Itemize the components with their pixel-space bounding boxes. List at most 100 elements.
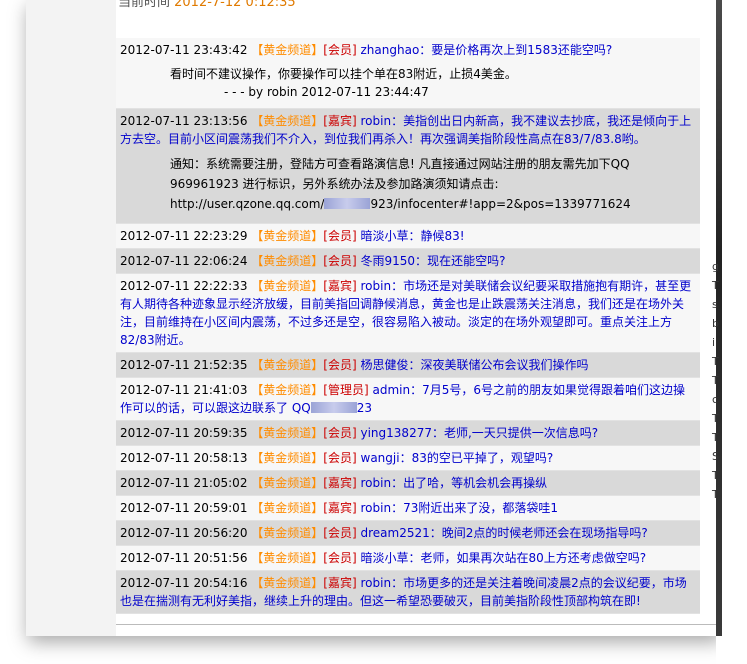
- message-role: [会员]: [323, 526, 357, 540]
- message-author[interactable]: ying138277: [361, 426, 432, 440]
- side-char: T: [712, 374, 719, 387]
- background-window-text: g T s b i T T c T T S T T: [712, 257, 722, 504]
- message-text: 晚间2点的时候老师还会在现场指导吗?: [441, 526, 648, 540]
- message-row: 2012-07-11 20:59:01 【黄金频道】[嘉宾] robin：73附…: [116, 496, 700, 521]
- message-timestamp: 2012-07-11 22:22:33: [120, 279, 248, 293]
- chat-window: 当前时间 2012-7-12 0:12:35 2012-07-11 23:43:…: [116, 0, 717, 634]
- message-timestamp: 2012-07-11 21:52:35: [120, 358, 248, 372]
- message-author[interactable]: 冬雨9150: [361, 254, 416, 268]
- message-list: 2012-07-11 23:43:42 【黄金频道】[会员] zhanghao：…: [116, 38, 700, 614]
- notice-link[interactable]: http://user.qzone.qq.com/923/infocenter#…: [170, 194, 696, 214]
- message-channel: 【黄金频道】: [251, 526, 324, 540]
- message-author[interactable]: robin: [361, 576, 392, 590]
- side-char: T: [712, 488, 719, 501]
- side-char: c: [712, 393, 719, 406]
- message-row: 2012-07-11 20:58:13 【黄金频道】[会员] wangji：83…: [116, 446, 700, 471]
- message-author[interactable]: zhanghao: [361, 43, 420, 57]
- message-timestamp: 2012-07-11 22:23:29: [120, 229, 248, 243]
- message-timestamp: 2012-07-11 20:54:16: [120, 576, 248, 590]
- message-row: 2012-07-11 20:59:35 【黄金频道】[会员] ying13827…: [116, 421, 700, 446]
- message-timestamp: 2012-07-11 23:13:56: [120, 114, 248, 128]
- side-char: T: [712, 412, 719, 425]
- current-time-label: 当前时间: [118, 0, 175, 10]
- message-channel: 【黄金频道】: [251, 426, 324, 440]
- message-channel: 【黄金频道】: [251, 451, 324, 465]
- notice-link-end[interactable]: 923/infocenter#!app=2&pos=1339771624: [370, 197, 630, 211]
- message-author[interactable]: 暗淡小草: [361, 229, 409, 243]
- message-reply: 看时间不建议操作，你要操作可以挂个单在83附近，止损4美金。 - - - by …: [170, 65, 696, 101]
- message-row: 2012-07-11 21:05:02 【黄金频道】[嘉宾] robin：出了哈…: [116, 471, 700, 496]
- message-row: 2012-07-11 22:22:33 【黄金频道】[嘉宾] robin：市场还…: [116, 274, 700, 353]
- message-author[interactable]: robin: [361, 501, 392, 515]
- message-author[interactable]: admin: [373, 383, 411, 397]
- message-row: 2012-07-11 20:56:20 【黄金频道】[会员] dream2521…: [116, 521, 700, 546]
- message-role: [会员]: [323, 229, 357, 243]
- message-role: [嘉宾]: [323, 576, 357, 590]
- message-text: 73附近出来了没，都落袋哇1: [403, 501, 558, 515]
- window-bottom-border: [116, 624, 716, 625]
- system-notice: 通知：系统需要注册，登陆方可查看路演信息! 凡直接通过网站注册的朋友需先加下QQ…: [170, 154, 696, 214]
- message-role: [会员]: [323, 551, 357, 565]
- message-timestamp: 2012-07-11 20:56:20: [120, 526, 248, 540]
- reply-text: 看时间不建议操作，你要操作可以挂个单在83附近，止损4美金。: [170, 67, 517, 81]
- message-row: 2012-07-11 22:06:24 【黄金频道】[会员] 冬雨9150：现在…: [116, 249, 700, 274]
- message-channel: 【黄金频道】: [251, 501, 324, 515]
- message-row: 2012-07-11 20:51:56 【黄金频道】[会员] 暗淡小草：老师，如…: [116, 546, 700, 571]
- notice-link-start[interactable]: http://user.qzone.qq.com/: [170, 197, 324, 211]
- redacted-block: [324, 198, 371, 209]
- message-channel: 【黄金频道】: [251, 551, 324, 565]
- message-channel: 【黄金频道】: [251, 229, 324, 243]
- current-time-value: 2012-7-12 0:12:35: [174, 0, 296, 10]
- message-row: 2012-07-11 20:54:16 【黄金频道】[嘉宾] robin：市场更…: [116, 571, 700, 614]
- notice-line-1: 通知：系统需要注册，登陆方可查看路演信息! 凡直接通过网站注册的朋友需先加下QQ: [170, 157, 630, 171]
- message-channel: 【黄金频道】: [251, 476, 324, 490]
- left-pane: [26, 0, 116, 636]
- side-char: S: [712, 450, 719, 463]
- message-role: [会员]: [323, 358, 357, 372]
- side-char: g: [712, 260, 719, 273]
- side-char: b: [712, 317, 719, 330]
- message-author[interactable]: robin: [361, 114, 392, 128]
- message-author[interactable]: robin: [361, 476, 392, 490]
- message-row: 2012-07-11 21:52:35 【黄金频道】[会员] 杨思健俊：深夜美联…: [116, 353, 700, 378]
- message-timestamp: 2012-07-11 20:58:13: [120, 451, 248, 465]
- redacted-block: [310, 402, 357, 413]
- message-text: 老师,一天只提供一次信息吗?: [443, 426, 599, 440]
- message-channel: 【黄金频道】: [251, 114, 324, 128]
- message-role: [会员]: [323, 451, 357, 465]
- message-text: 出了哈，等机会机会再操纵: [403, 476, 548, 490]
- side-char: s: [712, 298, 718, 311]
- side-char: i: [712, 336, 716, 349]
- message-text: 深夜美联储公布会议我们操作吗: [420, 358, 589, 372]
- message-row: 2012-07-11 23:13:56 【黄金频道】[嘉宾] robin：美指创…: [116, 109, 700, 224]
- message-timestamp: 2012-07-11 21:41:03: [120, 383, 248, 397]
- message-role: [嘉宾]: [323, 501, 357, 515]
- message-role: [会员]: [323, 43, 357, 57]
- message-timestamp: 2012-07-11 22:06:24: [120, 254, 248, 268]
- notice-line-2: 969961923 进行标识，另外系统办法及参加路演须知请点击:: [170, 177, 499, 191]
- reply-signature: - - - by robin 2012-07-11 23:44:47: [224, 85, 429, 99]
- current-time-header: 当前时间 2012-7-12 0:12:35: [116, 0, 296, 16]
- message-channel: 【黄金频道】: [251, 358, 324, 372]
- message-role: [嘉宾]: [323, 114, 357, 128]
- message-role: [管理员]: [323, 383, 369, 397]
- message-row: 2012-07-11 23:43:42 【黄金频道】[会员] zhanghao：…: [116, 38, 700, 109]
- message-author[interactable]: 杨思健俊: [361, 358, 409, 372]
- message-timestamp: 2012-07-11 23:43:42: [120, 43, 248, 57]
- message-author[interactable]: 暗淡小草: [361, 551, 409, 565]
- message-role: [会员]: [323, 426, 357, 440]
- message-text: 静候83!: [420, 229, 465, 243]
- message-row: 2012-07-11 21:41:03 【黄金频道】[管理员] admin：7月…: [116, 378, 700, 421]
- message-author[interactable]: robin: [361, 279, 392, 293]
- message-channel: 【黄金频道】: [251, 279, 324, 293]
- message-timestamp: 2012-07-11 20:59:01: [120, 501, 248, 515]
- message-role: [嘉宾]: [323, 476, 357, 490]
- message-channel: 【黄金频道】: [251, 383, 324, 397]
- message-author[interactable]: wangji: [361, 451, 400, 465]
- message-author[interactable]: dream2521: [361, 526, 430, 540]
- message-role: [嘉宾]: [323, 279, 357, 293]
- message-channel: 【黄金频道】: [251, 254, 324, 268]
- message-channel: 【黄金频道】: [251, 43, 324, 57]
- side-char: T: [712, 431, 719, 444]
- message-text: 83的空已平掉了，观望吗?: [411, 451, 554, 465]
